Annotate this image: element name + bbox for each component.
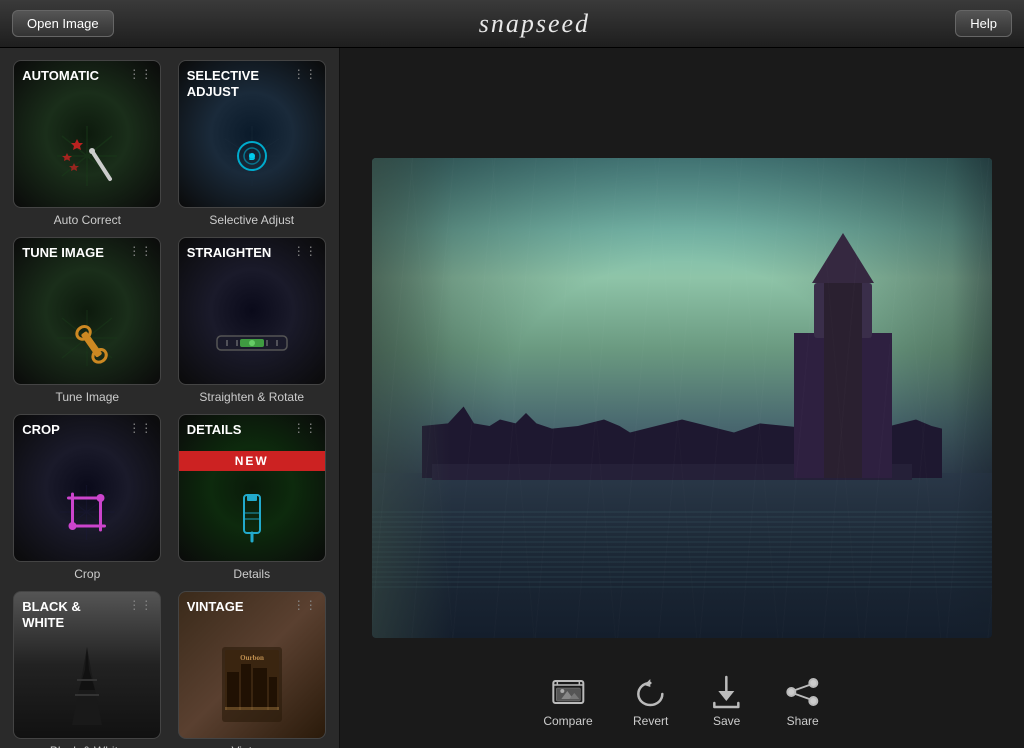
revert-label: Revert xyxy=(633,714,668,728)
tool-vintage[interactable]: VINTAGE ⋮⋮ xyxy=(175,591,330,748)
share-label: Share xyxy=(787,714,819,728)
tool-straighten-label: Straighten & Rotate xyxy=(199,390,304,404)
tool-tune-label: Tune Image xyxy=(55,390,119,404)
grip-icon2: ⋮⋮ xyxy=(293,68,317,80)
grip-icon8: ⋮⋮ xyxy=(293,599,317,611)
tool-vintage-label: Vintage xyxy=(232,744,272,748)
tool-automatic[interactable]: AUTOMATIC ⋮⋮ xyxy=(10,60,165,227)
tool-bw-label: Black & White xyxy=(50,744,125,748)
tool-tune[interactable]: TUNE IMAGE ⋮⋮ xyxy=(10,237,165,404)
grip-icon: ⋮⋮ xyxy=(128,68,152,80)
share-button[interactable]: Share xyxy=(785,674,821,728)
tool-crop[interactable]: CROP ⋮⋮ xyxy=(10,414,165,581)
tool-straighten[interactable]: STRAIGHTEN ⋮⋮ xyxy=(175,237,330,404)
main-layout: AUTOMATIC ⋮⋮ xyxy=(0,48,1024,748)
tool-details[interactable]: DETAILS ⋮⋮ NEW Details xyxy=(175,414,330,581)
svg-text:Ourbon: Ourbon xyxy=(240,654,264,662)
tool-automatic-name: AUTOMATIC xyxy=(22,68,99,84)
share-icon xyxy=(785,674,821,710)
tool-crop-label: Crop xyxy=(74,567,100,581)
save-button[interactable]: Save xyxy=(709,674,745,728)
save-label: Save xyxy=(713,714,740,728)
scratches-overlay xyxy=(372,158,992,638)
open-image-button[interactable]: Open Image xyxy=(12,10,114,37)
tool-details-label: Details xyxy=(233,567,270,581)
tool-selective-label: Selective Adjust xyxy=(209,213,294,227)
grip-icon7: ⋮⋮ xyxy=(128,599,152,611)
bottom-toolbar: Compare Revert xyxy=(543,674,820,728)
compare-icon xyxy=(550,674,586,710)
svg-text:B: B xyxy=(249,152,256,162)
tool-details-name: DETAILS xyxy=(187,422,242,438)
top-bar: Open Image snapseed Help xyxy=(0,0,1024,48)
app-title: snapseed xyxy=(479,9,590,39)
grip-icon3: ⋮⋮ xyxy=(128,245,152,257)
tool-automatic-label: Auto Correct xyxy=(54,213,121,227)
save-icon xyxy=(709,674,745,710)
compare-button[interactable]: Compare xyxy=(543,674,592,728)
grip-icon6: ⋮⋮ xyxy=(293,422,317,434)
grip-icon5: ⋮⋮ xyxy=(128,422,152,434)
tool-bw-name: BLACK &WHITE xyxy=(22,599,81,630)
tools-panel: AUTOMATIC ⋮⋮ xyxy=(0,48,340,748)
tool-tune-name: TUNE IMAGE xyxy=(22,245,104,261)
tool-selective-name: SELECTIVEADJUST xyxy=(187,68,259,99)
photo-panel: Compare Revert xyxy=(340,48,1024,748)
help-button[interactable]: Help xyxy=(955,10,1012,37)
revert-button[interactable]: Revert xyxy=(633,674,669,728)
photo-display xyxy=(372,158,992,638)
revert-icon xyxy=(633,674,669,710)
tool-selective[interactable]: SELECTIVEADJUST ⋮⋮ xyxy=(175,60,330,227)
tool-bw[interactable]: BLACK &WHITE ⋮⋮ Black & White xyxy=(10,591,165,748)
tool-straighten-name: STRAIGHTEN xyxy=(187,245,272,261)
tool-crop-name: CROP xyxy=(22,422,60,438)
grip-icon4: ⋮⋮ xyxy=(293,245,317,257)
new-badge: NEW xyxy=(179,451,325,471)
photo-canvas xyxy=(372,158,992,638)
compare-label: Compare xyxy=(543,714,592,728)
tool-vintage-name: VINTAGE xyxy=(187,599,244,615)
